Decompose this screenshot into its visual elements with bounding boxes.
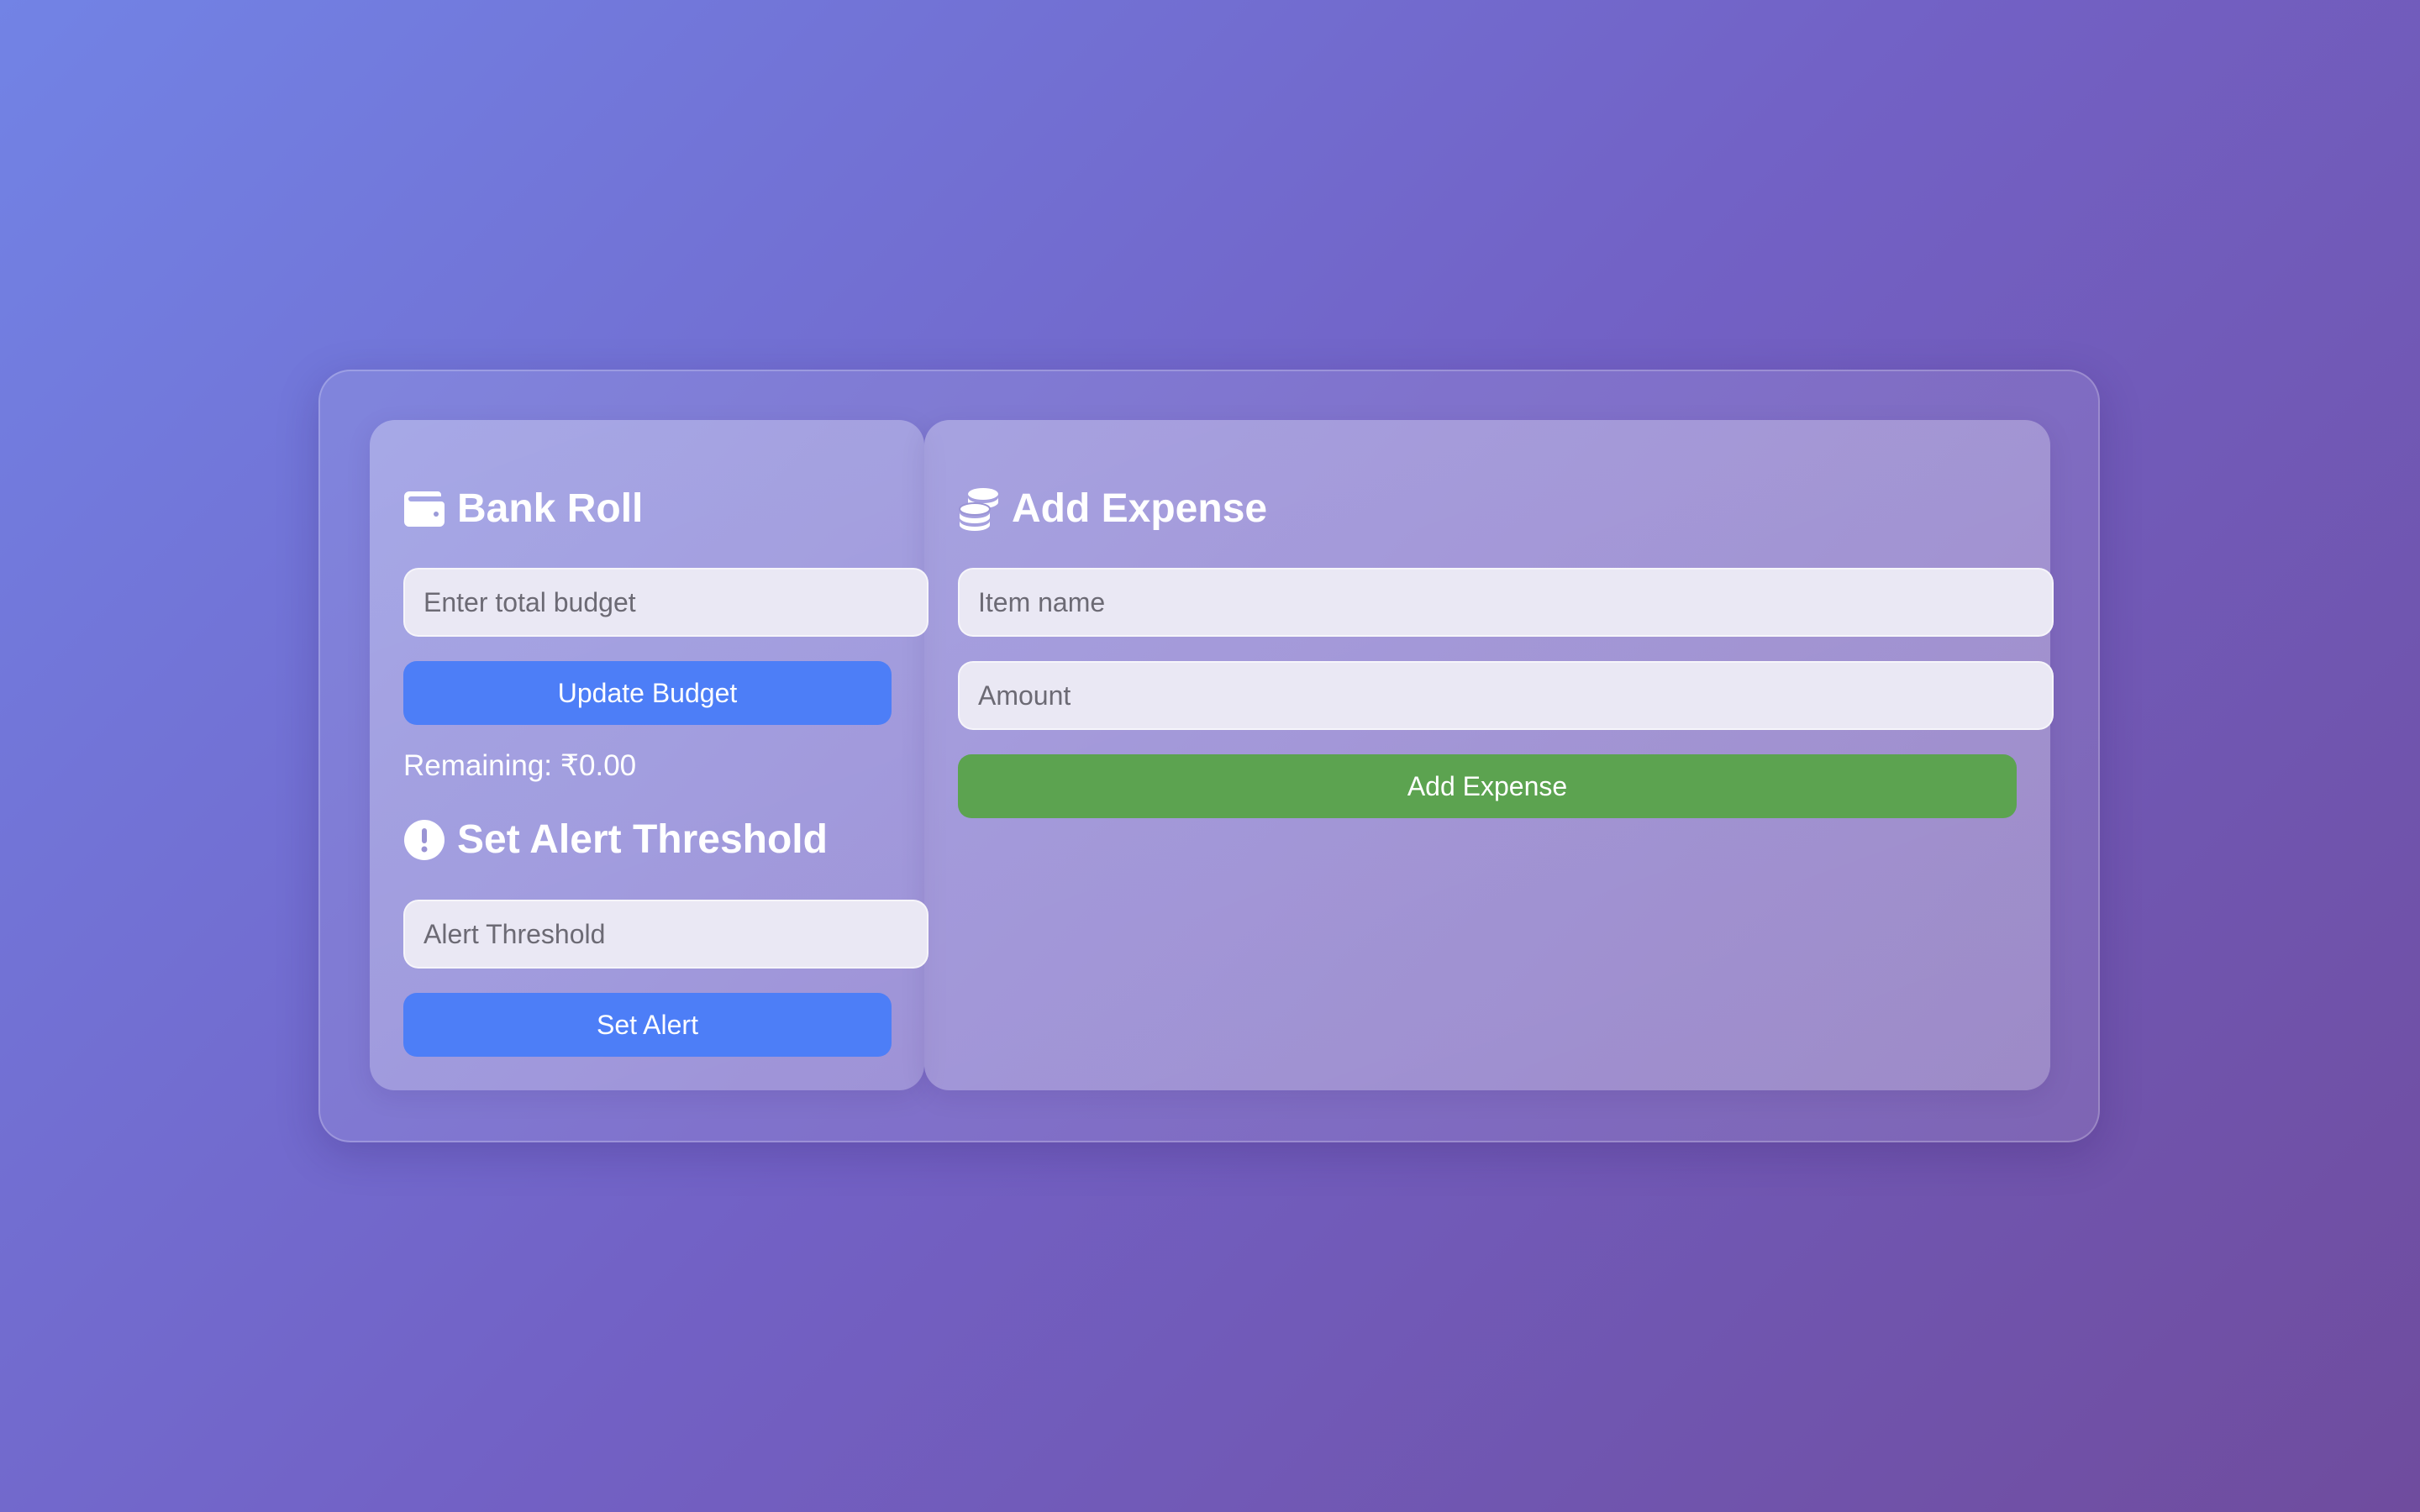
add-expense-button[interactable]: Add Expense bbox=[958, 754, 2017, 818]
update-budget-button[interactable]: Update Budget bbox=[403, 661, 892, 725]
item-name-input[interactable] bbox=[958, 568, 2054, 637]
alert-threshold-input[interactable] bbox=[403, 900, 929, 969]
wallet-icon bbox=[403, 488, 445, 530]
budget-input[interactable] bbox=[403, 568, 929, 637]
bank-roll-heading: Bank Roll bbox=[403, 486, 643, 532]
coins-icon bbox=[958, 487, 1000, 531]
add-expense-heading: Add Expense bbox=[958, 486, 1267, 532]
alert-title: Set Alert Threshold bbox=[457, 817, 828, 862]
bank-roll-title: Bank Roll bbox=[457, 486, 644, 531]
amount-input[interactable] bbox=[958, 661, 2054, 730]
add-expense-title: Add Expense bbox=[1012, 486, 1268, 531]
exclamation-circle-icon bbox=[403, 819, 445, 861]
alert-heading: Set Alert Threshold bbox=[403, 816, 828, 863]
remaining-balance: Remaining: ₹0.00 bbox=[403, 749, 637, 782]
set-alert-button[interactable]: Set Alert bbox=[403, 993, 892, 1057]
